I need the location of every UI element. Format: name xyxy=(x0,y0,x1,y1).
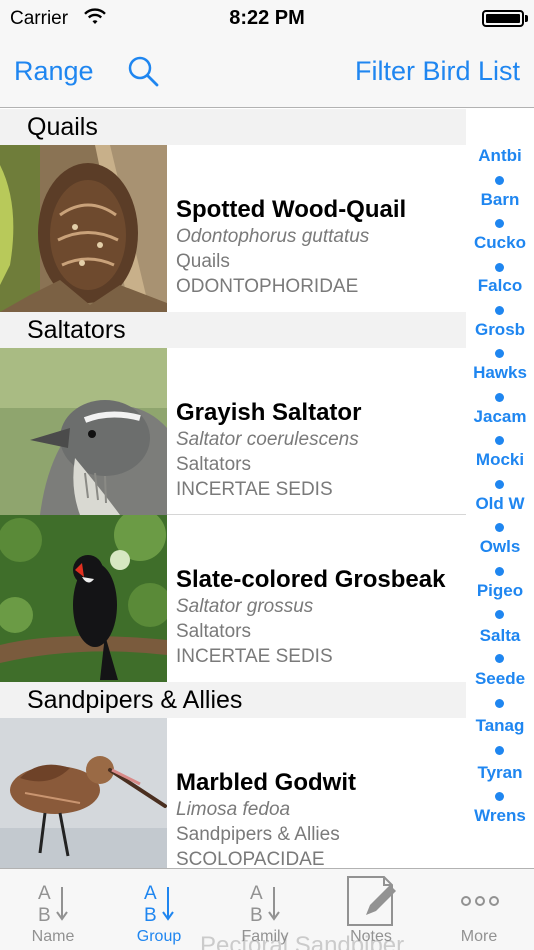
index-item[interactable]: Seede xyxy=(466,669,534,689)
index-dot xyxy=(495,436,504,445)
index-item[interactable]: Owls xyxy=(466,537,534,557)
index-dot xyxy=(495,523,504,532)
svg-text:B: B xyxy=(250,905,263,926)
bird-group: Quails xyxy=(176,251,230,272)
status-bar: Carrier 8:22 PM xyxy=(0,0,534,40)
index-item[interactable]: Falco xyxy=(466,276,534,296)
index-dot xyxy=(495,393,504,402)
svg-text:B: B xyxy=(38,905,51,926)
index-dot xyxy=(495,699,504,708)
bird-photo xyxy=(0,718,167,885)
svg-text:A: A xyxy=(38,883,51,904)
index-dot xyxy=(495,349,504,358)
bird-group: Saltators xyxy=(176,454,251,475)
tab-more[interactable]: More xyxy=(424,869,534,950)
index-dot xyxy=(495,610,504,619)
bird-photo xyxy=(0,145,167,312)
bird-list[interactable]: Quails Spotted Wood-Quail Odontophorus g… xyxy=(0,109,466,885)
index-item[interactable]: Salta xyxy=(466,626,534,646)
bird-info: Spotted Wood-Quail Odontophorus guttatus… xyxy=(176,195,466,299)
bird-name: Slate-colored Grosbeak xyxy=(176,566,446,593)
index-item[interactable]: Barn xyxy=(466,190,534,210)
index-item[interactable]: Wrens xyxy=(466,806,534,826)
battery-icon xyxy=(482,10,524,27)
index-dot xyxy=(495,219,504,228)
bird-photo xyxy=(0,348,167,515)
index-item[interactable]: Old W xyxy=(466,494,534,514)
tab-name[interactable]: A B Name xyxy=(0,869,106,950)
bird-latin-name: Saltator coerulescens xyxy=(176,429,359,450)
sort-ab-icon: A B xyxy=(250,883,280,926)
battery-tip xyxy=(525,15,528,22)
bird-family: INCERTAE SEDIS xyxy=(176,646,333,667)
bird-group: Saltators xyxy=(176,621,251,642)
navigation-bar: Range Filter Bird List xyxy=(0,40,534,108)
index-item[interactable]: Pigeo xyxy=(466,581,534,601)
section-header-quails: Quails xyxy=(0,109,466,145)
range-button[interactable]: Range xyxy=(14,56,94,87)
bird-name: Grayish Saltator xyxy=(176,399,362,426)
index-dot xyxy=(495,176,504,185)
bird-family: ODONTOPHORIDAE xyxy=(176,276,359,297)
index-item[interactable]: Tanag xyxy=(466,716,534,736)
section-header-saltators: Saltators xyxy=(0,312,466,348)
bird-info: Grayish Saltator Saltator coerulescens S… xyxy=(176,398,466,502)
clock: 8:22 PM xyxy=(229,7,305,29)
filter-bird-list-button[interactable]: Filter Bird List xyxy=(355,56,520,87)
index-item[interactable]: Jacam xyxy=(466,407,534,427)
bird-photo xyxy=(0,515,167,682)
list-item[interactable]: Marbled Godwit Limosa fedoa Sandpipers &… xyxy=(0,718,466,885)
tab-label: Name xyxy=(31,928,75,945)
index-dot xyxy=(495,654,504,663)
index-dot xyxy=(495,746,504,755)
search-icon[interactable] xyxy=(126,54,160,88)
sort-ab-icon: A B xyxy=(144,883,174,926)
list-item[interactable]: Spotted Wood-Quail Odontophorus guttatus… xyxy=(0,145,466,312)
bird-group: Sandpipers & Allies xyxy=(176,824,340,845)
index-dot xyxy=(495,263,504,272)
index-item[interactable]: Hawks xyxy=(466,363,534,383)
section-index[interactable]: Antbi Barn Cucko Falco Grosb Hawks Jacam… xyxy=(466,109,534,868)
index-item[interactable]: Antbi xyxy=(466,146,534,166)
more-dots-icon xyxy=(461,896,499,906)
bird-latin-name: Saltator grossus xyxy=(176,596,314,617)
index-dot xyxy=(495,567,504,576)
index-item[interactable]: Grosb xyxy=(466,320,534,340)
notes-edit-icon xyxy=(347,876,396,926)
svg-text:A: A xyxy=(250,883,263,904)
bird-latin-name: Odontophorus guttatus xyxy=(176,226,370,247)
index-dot xyxy=(495,792,504,801)
bird-name: Spotted Wood-Quail xyxy=(176,196,407,223)
index-item[interactable]: Mocki xyxy=(466,450,534,470)
bird-name: Marbled Godwit xyxy=(176,769,356,796)
tab-bar: A B Name A B Group A B Family Notes More… xyxy=(0,868,534,950)
bird-family: INCERTAE SEDIS xyxy=(176,479,333,500)
underlying-list-text: Pectoral Sandpiper xyxy=(200,932,405,950)
sort-ab-icon: A B xyxy=(38,883,68,926)
svg-text:B: B xyxy=(144,905,157,926)
index-dot xyxy=(495,306,504,315)
list-item[interactable]: Slate-colored Grosbeak Saltator grossus … xyxy=(0,515,466,682)
tab-label: More xyxy=(460,928,498,945)
bird-info: Marbled Godwit Limosa fedoa Sandpipers &… xyxy=(176,768,466,872)
index-dot xyxy=(495,480,504,489)
index-item[interactable]: Tyran xyxy=(466,763,534,783)
section-header-sandpipers: Sandpipers & Allies xyxy=(0,682,466,718)
bird-latin-name: Limosa fedoa xyxy=(176,799,291,820)
list-item[interactable]: Grayish Saltator Saltator coerulescens S… xyxy=(0,348,466,515)
svg-text:A: A xyxy=(144,883,157,904)
index-item[interactable]: Cucko xyxy=(466,233,534,253)
tab-label: Group xyxy=(136,928,182,945)
bird-info: Slate-colored Grosbeak Saltator grossus … xyxy=(176,565,466,669)
tab-group[interactable]: A B Group xyxy=(106,869,212,950)
